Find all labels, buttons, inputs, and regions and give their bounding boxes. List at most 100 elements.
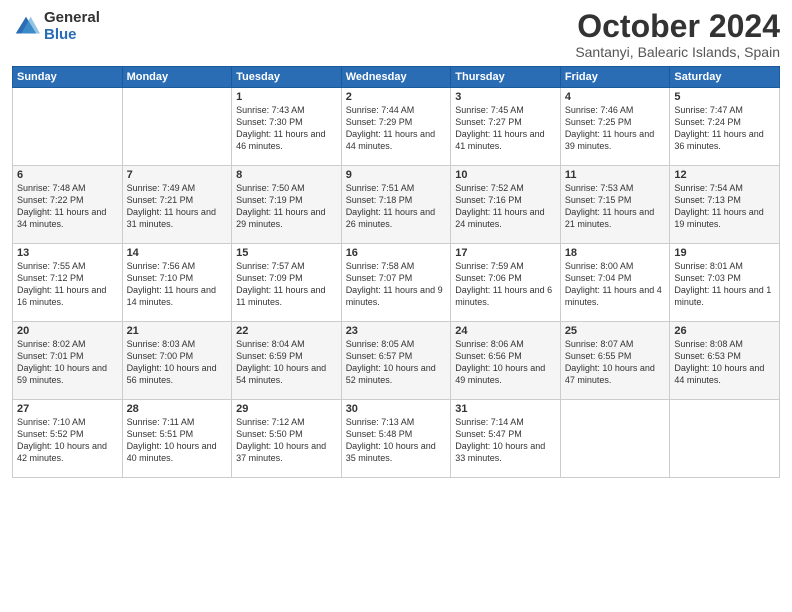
day-number: 13 [17,247,118,259]
calendar-cell [13,88,123,166]
day-info: Sunrise: 7:55 AM Sunset: 7:12 PM Dayligh… [17,260,118,309]
calendar-cell: 26Sunrise: 8:08 AM Sunset: 6:53 PM Dayli… [670,322,780,400]
weekday-header-thursday: Thursday [451,67,561,88]
weekday-header-sunday: Sunday [13,67,123,88]
calendar-table: SundayMondayTuesdayWednesdayThursdayFrid… [12,66,780,478]
day-info: Sunrise: 8:03 AM Sunset: 7:00 PM Dayligh… [127,338,228,387]
day-number: 5 [674,91,775,103]
day-number: 29 [236,403,337,415]
week-row-2: 6Sunrise: 7:48 AM Sunset: 7:22 PM Daylig… [13,166,780,244]
day-number: 16 [346,247,447,259]
calendar-cell: 18Sunrise: 8:00 AM Sunset: 7:04 PM Dayli… [560,244,670,322]
day-info: Sunrise: 7:58 AM Sunset: 7:07 PM Dayligh… [346,260,447,309]
day-info: Sunrise: 7:43 AM Sunset: 7:30 PM Dayligh… [236,104,337,153]
day-info: Sunrise: 7:48 AM Sunset: 7:22 PM Dayligh… [17,182,118,231]
weekday-header-row: SundayMondayTuesdayWednesdayThursdayFrid… [13,67,780,88]
calendar-cell: 6Sunrise: 7:48 AM Sunset: 7:22 PM Daylig… [13,166,123,244]
week-row-5: 27Sunrise: 7:10 AM Sunset: 5:52 PM Dayli… [13,400,780,478]
calendar-cell: 4Sunrise: 7:46 AM Sunset: 7:25 PM Daylig… [560,88,670,166]
day-info: Sunrise: 8:06 AM Sunset: 6:56 PM Dayligh… [455,338,556,387]
day-number: 6 [17,169,118,181]
title-block: October 2024 Santanyi, Balearic Islands,… [575,10,780,60]
day-info: Sunrise: 7:51 AM Sunset: 7:18 PM Dayligh… [346,182,447,231]
day-number: 22 [236,325,337,337]
day-number: 15 [236,247,337,259]
calendar-cell: 8Sunrise: 7:50 AM Sunset: 7:19 PM Daylig… [232,166,342,244]
logo-text: General Blue [44,10,100,43]
calendar-cell: 17Sunrise: 7:59 AM Sunset: 7:06 PM Dayli… [451,244,561,322]
logo-general: General [44,10,100,27]
day-info: Sunrise: 7:53 AM Sunset: 7:15 PM Dayligh… [565,182,666,231]
weekday-header-tuesday: Tuesday [232,67,342,88]
calendar-cell: 1Sunrise: 7:43 AM Sunset: 7:30 PM Daylig… [232,88,342,166]
calendar-cell [670,400,780,478]
day-info: Sunrise: 7:10 AM Sunset: 5:52 PM Dayligh… [17,416,118,465]
day-number: 7 [127,169,228,181]
week-row-4: 20Sunrise: 8:02 AM Sunset: 7:01 PM Dayli… [13,322,780,400]
weekday-header-wednesday: Wednesday [341,67,451,88]
day-number: 18 [565,247,666,259]
calendar-cell: 9Sunrise: 7:51 AM Sunset: 7:18 PM Daylig… [341,166,451,244]
day-number: 4 [565,91,666,103]
calendar-cell: 3Sunrise: 7:45 AM Sunset: 7:27 PM Daylig… [451,88,561,166]
calendar-cell: 5Sunrise: 7:47 AM Sunset: 7:24 PM Daylig… [670,88,780,166]
day-number: 19 [674,247,775,259]
day-info: Sunrise: 7:12 AM Sunset: 5:50 PM Dayligh… [236,416,337,465]
day-number: 21 [127,325,228,337]
calendar-cell: 12Sunrise: 7:54 AM Sunset: 7:13 PM Dayli… [670,166,780,244]
day-number: 17 [455,247,556,259]
day-info: Sunrise: 7:59 AM Sunset: 7:06 PM Dayligh… [455,260,556,309]
day-info: Sunrise: 7:56 AM Sunset: 7:10 PM Dayligh… [127,260,228,309]
day-info: Sunrise: 7:13 AM Sunset: 5:48 PM Dayligh… [346,416,447,465]
day-number: 9 [346,169,447,181]
calendar-cell: 28Sunrise: 7:11 AM Sunset: 5:51 PM Dayli… [122,400,232,478]
day-number: 3 [455,91,556,103]
calendar-cell [122,88,232,166]
day-info: Sunrise: 7:49 AM Sunset: 7:21 PM Dayligh… [127,182,228,231]
calendar-cell: 22Sunrise: 8:04 AM Sunset: 6:59 PM Dayli… [232,322,342,400]
logo-icon [12,13,40,41]
day-info: Sunrise: 7:11 AM Sunset: 5:51 PM Dayligh… [127,416,228,465]
weekday-header-saturday: Saturday [670,67,780,88]
day-number: 27 [17,403,118,415]
calendar-cell: 11Sunrise: 7:53 AM Sunset: 7:15 PM Dayli… [560,166,670,244]
day-number: 10 [455,169,556,181]
calendar-cell: 20Sunrise: 8:02 AM Sunset: 7:01 PM Dayli… [13,322,123,400]
week-row-3: 13Sunrise: 7:55 AM Sunset: 7:12 PM Dayli… [13,244,780,322]
weekday-header-monday: Monday [122,67,232,88]
day-info: Sunrise: 7:54 AM Sunset: 7:13 PM Dayligh… [674,182,775,231]
day-number: 14 [127,247,228,259]
calendar-cell: 23Sunrise: 8:05 AM Sunset: 6:57 PM Dayli… [341,322,451,400]
day-info: Sunrise: 7:57 AM Sunset: 7:09 PM Dayligh… [236,260,337,309]
location-subtitle: Santanyi, Balearic Islands, Spain [575,44,780,60]
day-number: 25 [565,325,666,337]
day-info: Sunrise: 7:46 AM Sunset: 7:25 PM Dayligh… [565,104,666,153]
day-info: Sunrise: 7:47 AM Sunset: 7:24 PM Dayligh… [674,104,775,153]
day-number: 2 [346,91,447,103]
day-number: 20 [17,325,118,337]
calendar-cell: 30Sunrise: 7:13 AM Sunset: 5:48 PM Dayli… [341,400,451,478]
day-info: Sunrise: 7:45 AM Sunset: 7:27 PM Dayligh… [455,104,556,153]
day-number: 11 [565,169,666,181]
calendar-cell: 14Sunrise: 7:56 AM Sunset: 7:10 PM Dayli… [122,244,232,322]
calendar-cell: 13Sunrise: 7:55 AM Sunset: 7:12 PM Dayli… [13,244,123,322]
day-number: 30 [346,403,447,415]
day-info: Sunrise: 7:52 AM Sunset: 7:16 PM Dayligh… [455,182,556,231]
calendar-cell: 16Sunrise: 7:58 AM Sunset: 7:07 PM Dayli… [341,244,451,322]
calendar-cell [560,400,670,478]
day-number: 1 [236,91,337,103]
weekday-header-friday: Friday [560,67,670,88]
day-info: Sunrise: 8:04 AM Sunset: 6:59 PM Dayligh… [236,338,337,387]
calendar-cell: 24Sunrise: 8:06 AM Sunset: 6:56 PM Dayli… [451,322,561,400]
day-number: 12 [674,169,775,181]
day-info: Sunrise: 8:08 AM Sunset: 6:53 PM Dayligh… [674,338,775,387]
month-title: October 2024 [575,10,780,42]
day-info: Sunrise: 8:05 AM Sunset: 6:57 PM Dayligh… [346,338,447,387]
logo: General Blue [12,10,100,43]
calendar-cell: 27Sunrise: 7:10 AM Sunset: 5:52 PM Dayli… [13,400,123,478]
page-container: General Blue October 2024 Santanyi, Bale… [0,0,792,612]
calendar-cell: 10Sunrise: 7:52 AM Sunset: 7:16 PM Dayli… [451,166,561,244]
calendar-cell: 25Sunrise: 8:07 AM Sunset: 6:55 PM Dayli… [560,322,670,400]
day-info: Sunrise: 8:07 AM Sunset: 6:55 PM Dayligh… [565,338,666,387]
calendar-cell: 19Sunrise: 8:01 AM Sunset: 7:03 PM Dayli… [670,244,780,322]
